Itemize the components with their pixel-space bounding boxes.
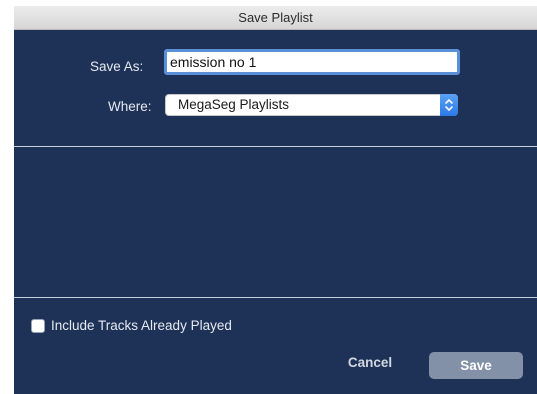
playlist-preview-area [14,147,537,297]
where-select-value: MegaSeg Playlists [178,97,290,112]
include-played-checkbox[interactable] [31,319,45,333]
save-as-label: Save As: [90,59,144,74]
cancel-button[interactable]: Cancel [332,352,408,374]
where-label: Where: [108,99,152,114]
chevron-up-down-icon[interactable] [440,94,458,116]
include-played-label[interactable]: Include Tracks Already Played [51,318,232,333]
separator-bottom [14,297,537,298]
save-as-input[interactable] [164,49,460,75]
dialog-title: Save Playlist [14,6,537,30]
save-playlist-dialog: Save Playlist Save As: Where: MegaSeg Pl… [14,6,537,394]
save-button[interactable]: Save [429,352,523,379]
where-select[interactable]: MegaSeg Playlists [165,94,458,116]
